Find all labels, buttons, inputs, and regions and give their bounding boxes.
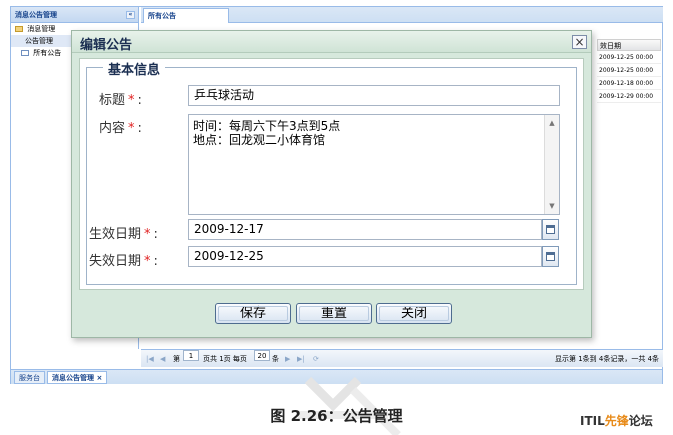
notice-grid: 效日期 2009-12-25 00:00 2009-12-25 00:00 20… — [597, 39, 661, 103]
tab-all-notices[interactable]: 所有公告 — [143, 8, 229, 23]
fieldset-legend: 基本信息 — [103, 59, 166, 78]
title-label-text: 标题 — [99, 93, 126, 108]
button-bevel — [299, 306, 369, 321]
title-input[interactable]: 乒乓球活动 — [188, 85, 560, 106]
first-page-icon[interactable]: |◀ — [146, 350, 154, 368]
dialog-title: 编辑公告 — [80, 38, 133, 53]
grid-cell[interactable]: 2009-12-18 00:00 — [597, 77, 661, 90]
required-mark: * — [144, 254, 151, 269]
figure-caption: 图 2.26：公告管理 — [270, 407, 403, 425]
save-button[interactable]: 保存 — [215, 303, 291, 324]
tab-service-desk[interactable]: 服务台 — [14, 371, 45, 384]
grid-cell[interactable]: 2009-12-25 00:00 — [597, 51, 661, 64]
required-mark: * — [144, 227, 151, 242]
edit-notice-dialog: 编辑公告 × 基本信息 标题 *: 乒乓球活动 内容 *: 时间：每周六下午3点到5… — [71, 30, 592, 338]
end-date-label-text: 失效日期 — [89, 254, 142, 269]
dialog-header[interactable]: 编辑公告 × — [72, 31, 591, 53]
paging-summary: 显示第 1条到 4条记录，一共 4条 — [555, 355, 660, 363]
tab-label: 消息公告管理 — [52, 374, 94, 382]
page-number-input[interactable]: 1 — [183, 350, 199, 361]
dialog-form: 基本信息 标题 *: 乒乓球活动 内容 *: 时间：每周六下午3点到5点 地点：回龙… — [79, 58, 584, 290]
tree-item-label: 所有公告 — [33, 49, 62, 57]
prev-page-icon[interactable]: ◀ — [160, 350, 165, 368]
close-icon[interactable]: × — [572, 35, 587, 49]
forum-brand: ITIL先锋论坛 — [580, 412, 653, 429]
start-date-picker-button[interactable] — [542, 219, 559, 240]
button-bevel — [379, 306, 449, 321]
start-date-input[interactable]: 2009-12-17 — [188, 219, 542, 240]
calendar-icon — [546, 252, 555, 261]
end-date-label: 失效日期 *: — [89, 250, 158, 269]
main-tab-strip: 所有公告 — [141, 7, 663, 23]
brand-prefix: ITIL — [580, 414, 605, 428]
content-label-text: 内容 — [99, 121, 126, 136]
page-size-input[interactable]: 20 — [254, 350, 270, 361]
refresh-icon[interactable]: ⟳ — [313, 350, 319, 368]
reset-button[interactable]: 重置 — [296, 303, 372, 324]
collapse-icon[interactable]: « — [126, 11, 135, 19]
calendar-icon — [546, 225, 555, 234]
bottom-tab-strip: 服务台 消息公告管理 × — [11, 369, 662, 384]
tree-item-label: 消息管理 — [27, 25, 56, 33]
scroll-down-icon[interactable]: ▼ — [548, 202, 556, 210]
tab-close-icon[interactable]: × — [96, 374, 102, 382]
page-total-label: 页共 1页 每页 — [203, 355, 247, 363]
scroll-up-icon[interactable]: ▲ — [548, 119, 556, 127]
content-textarea[interactable]: 时间：每周六下午3点到5点 地点：回龙观二小体育馆 ▲ ▼ — [188, 114, 560, 215]
page-icon — [21, 50, 29, 56]
button-bevel — [218, 306, 288, 321]
label-colon: : — [137, 121, 142, 136]
label-colon: : — [153, 227, 158, 242]
end-date-input[interactable]: 2009-12-25 — [188, 246, 542, 267]
folder-icon — [15, 26, 23, 32]
grid-cell[interactable]: 2009-12-25 00:00 — [597, 64, 661, 77]
next-page-icon[interactable]: ▶ — [285, 350, 290, 368]
content-label: 内容 *: — [99, 117, 142, 136]
start-date-label: 生效日期 *: — [89, 223, 158, 242]
label-colon: : — [137, 93, 142, 108]
grid-column-header[interactable]: 效日期 — [597, 39, 661, 51]
page-size-unit: 条 — [272, 355, 279, 363]
brand-suffix: 论坛 — [628, 414, 653, 428]
last-page-icon[interactable]: ▶| — [297, 350, 305, 368]
title-label: 标题 *: — [99, 89, 142, 108]
start-date-label-text: 生效日期 — [89, 227, 142, 242]
tree-item-label: 公告管理 — [25, 37, 53, 45]
left-panel-header: 消息公告管理 « — [11, 7, 138, 23]
required-mark: * — [128, 93, 135, 108]
content-scrollbar[interactable]: ▲ ▼ — [544, 115, 559, 214]
grid-cell[interactable]: 2009-12-29 00:00 — [597, 90, 661, 103]
content-line: 时间：每周六下午3点到5点 — [193, 119, 341, 133]
page-label: 第 — [173, 355, 180, 363]
brand-highlight: 先锋 — [604, 414, 629, 428]
tab-notice-mgmt[interactable]: 消息公告管理 × — [47, 371, 108, 384]
basic-info-fieldset: 基本信息 标题 *: 乒乓球活动 内容 *: 时间：每周六下午3点到5点 地点：回龙… — [86, 59, 577, 285]
content-line: 地点：回龙观二小体育馆 — [193, 133, 326, 147]
label-colon: : — [153, 254, 158, 269]
end-date-picker-button[interactable] — [542, 246, 559, 267]
paging-toolbar: |◀ ◀ 第 1 页共 1页 每页 20 条 ▶ ▶| ⟳ 显示第 1条到 4条… — [141, 349, 663, 367]
close-button[interactable]: 关闭 — [376, 303, 452, 324]
left-panel-title: 消息公告管理 — [15, 11, 57, 19]
required-mark: * — [128, 121, 135, 136]
